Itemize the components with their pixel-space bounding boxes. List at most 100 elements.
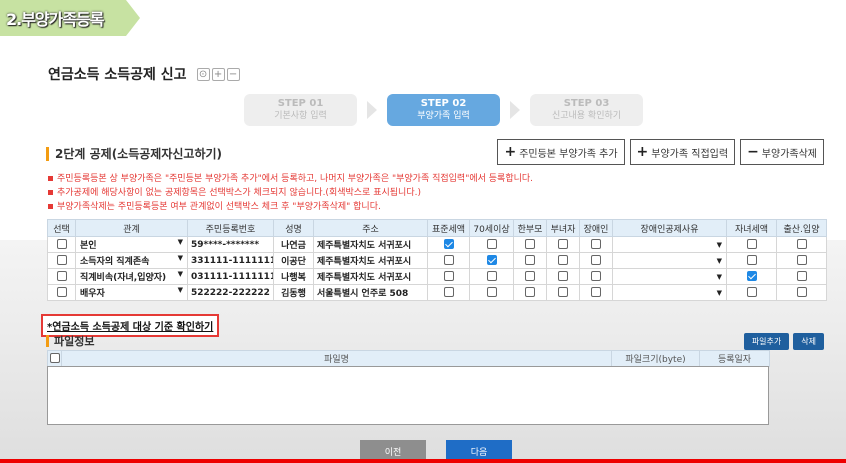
step-2-number: STEP 02 xyxy=(420,98,467,109)
col-header: 부녀자 xyxy=(546,219,580,237)
section-title: 2단계 공제(소득공제자신고하기) xyxy=(55,147,223,161)
col-header: 표준세액 xyxy=(427,219,470,237)
child-credit-cell[interactable] xyxy=(726,268,777,285)
select-checkbox[interactable] xyxy=(56,271,67,282)
deduction-checkbox[interactable] xyxy=(443,255,454,266)
deduction-cell[interactable] xyxy=(546,236,580,253)
deduction-checkbox[interactable] xyxy=(591,239,601,250)
select-cell[interactable] xyxy=(47,236,76,253)
child-credit-checkbox[interactable] xyxy=(746,255,757,266)
deduction-cell[interactable] xyxy=(469,284,514,301)
select-cell[interactable] xyxy=(47,252,76,269)
delete-dependent-button[interactable]: − 부양가족삭제 xyxy=(740,139,824,165)
name-cell: 김동행 xyxy=(273,284,314,301)
disability-reason-select[interactable]: ▼ xyxy=(612,236,727,253)
deduction-checkbox[interactable] xyxy=(443,239,454,250)
deduction-cell[interactable] xyxy=(427,284,470,301)
deduction-cell[interactable] xyxy=(546,252,580,269)
birth-adoption-cell[interactable] xyxy=(776,268,827,285)
child-credit-cell[interactable] xyxy=(726,236,777,253)
select-checkbox[interactable] xyxy=(56,255,67,266)
select-checkbox[interactable] xyxy=(56,287,67,298)
deduction-checkbox[interactable] xyxy=(525,287,535,298)
birth-adoption-checkbox[interactable] xyxy=(796,255,807,266)
checkbox[interactable] xyxy=(49,353,60,364)
col-header: 성명 xyxy=(273,219,314,237)
plus-icon: + xyxy=(504,144,517,160)
deduction-checkbox[interactable] xyxy=(525,255,535,266)
video-progress-bar[interactable] xyxy=(0,459,846,463)
birth-adoption-cell[interactable] xyxy=(776,236,827,253)
col-header: 파일크기(byte) xyxy=(611,350,700,367)
deduction-cell[interactable] xyxy=(513,268,547,285)
deduction-cell[interactable] xyxy=(579,236,613,253)
disability-reason-select[interactable]: ▼ xyxy=(612,284,727,301)
deduction-checkbox[interactable] xyxy=(558,287,568,298)
resident-id-cell: 59****-******* xyxy=(187,236,274,253)
direct-input-dependent-button[interactable]: + 부양가족 직접입력 xyxy=(629,139,736,165)
deduction-checkbox[interactable] xyxy=(558,239,568,250)
birth-adoption-checkbox[interactable] xyxy=(796,239,807,250)
deduction-cell[interactable] xyxy=(513,284,547,301)
title-plus-button[interactable]: + xyxy=(211,67,225,81)
deduction-checkbox[interactable] xyxy=(558,255,568,266)
section-bar xyxy=(46,335,49,347)
title-info-button[interactable]: ⊙ xyxy=(196,67,210,81)
col-header: 70세이상 xyxy=(469,219,514,237)
deduction-checkbox[interactable] xyxy=(486,255,497,266)
disability-reason-select[interactable]: ▼ xyxy=(612,252,727,269)
deduction-checkbox[interactable] xyxy=(443,287,454,298)
deduction-cell[interactable] xyxy=(546,284,580,301)
deduction-cell[interactable] xyxy=(469,236,514,253)
add-file-button[interactable]: 파일추가 xyxy=(743,333,790,350)
child-credit-checkbox[interactable] xyxy=(746,271,757,282)
disability-reason-select[interactable]: ▼ xyxy=(612,268,727,285)
title-minus-button[interactable]: − xyxy=(226,67,240,81)
relation-select[interactable]: 배우자 ▼ xyxy=(75,284,188,301)
file-select-all[interactable] xyxy=(47,350,62,367)
deduction-cell[interactable] xyxy=(546,268,580,285)
deduction-cell[interactable] xyxy=(579,268,613,285)
birth-adoption-checkbox[interactable] xyxy=(796,271,807,282)
deduction-cell[interactable] xyxy=(469,268,514,285)
select-checkbox[interactable] xyxy=(56,239,67,250)
deduction-cell[interactable] xyxy=(579,252,613,269)
deduction-checkbox[interactable] xyxy=(591,287,601,298)
name-cell: 나행복 xyxy=(273,268,314,285)
deduction-cell[interactable] xyxy=(427,252,470,269)
deduction-cell[interactable] xyxy=(513,252,547,269)
deduction-checkbox[interactable] xyxy=(591,255,601,266)
child-credit-cell[interactable] xyxy=(726,284,777,301)
deduction-cell[interactable] xyxy=(513,236,547,253)
relation-select[interactable]: 본인 ▼ xyxy=(75,236,188,253)
add-resident-dependent-button[interactable]: + 주민등본 부양가족 추가 xyxy=(497,139,625,165)
deduction-checkbox[interactable] xyxy=(443,271,454,282)
deduction-checkbox[interactable] xyxy=(558,271,568,282)
birth-adoption-cell[interactable] xyxy=(776,252,827,269)
deduction-checkbox[interactable] xyxy=(486,271,497,282)
notice-item: 추가공제에 해당사항이 없는 공제항목은 선택박스가 체크되지 않습니다.(회색… xyxy=(48,186,533,200)
select-cell[interactable] xyxy=(47,284,76,301)
deduction-checkbox[interactable] xyxy=(525,239,535,250)
deduction-cell[interactable] xyxy=(427,268,470,285)
step-arrow-icon xyxy=(357,94,387,126)
table-row: 소득자의 직계존속 ▼ 331111-1111111 이공단 제주특별자치도 서귀포시 ▼ xyxy=(47,252,827,269)
child-credit-checkbox[interactable] xyxy=(746,287,757,298)
deduction-checkbox[interactable] xyxy=(486,287,497,298)
select-cell[interactable] xyxy=(47,268,76,285)
relation-select[interactable]: 소득자의 직계존속 ▼ xyxy=(75,252,188,269)
deduction-checkbox[interactable] xyxy=(486,239,497,250)
child-credit-checkbox[interactable] xyxy=(746,239,757,250)
relation-select[interactable]: 직계비속(자녀,입양자) ▼ xyxy=(75,268,188,285)
birth-adoption-cell[interactable] xyxy=(776,284,827,301)
birth-adoption-checkbox[interactable] xyxy=(796,287,807,298)
bullet-icon xyxy=(48,204,53,209)
deduction-cell[interactable] xyxy=(579,284,613,301)
button-label: 부양가족삭제 xyxy=(761,148,817,160)
deduction-cell[interactable] xyxy=(427,236,470,253)
deduction-cell[interactable] xyxy=(469,252,514,269)
child-credit-cell[interactable] xyxy=(726,252,777,269)
delete-file-button[interactable]: 삭제 xyxy=(793,333,824,350)
deduction-checkbox[interactable] xyxy=(525,271,535,282)
deduction-checkbox[interactable] xyxy=(591,271,601,282)
